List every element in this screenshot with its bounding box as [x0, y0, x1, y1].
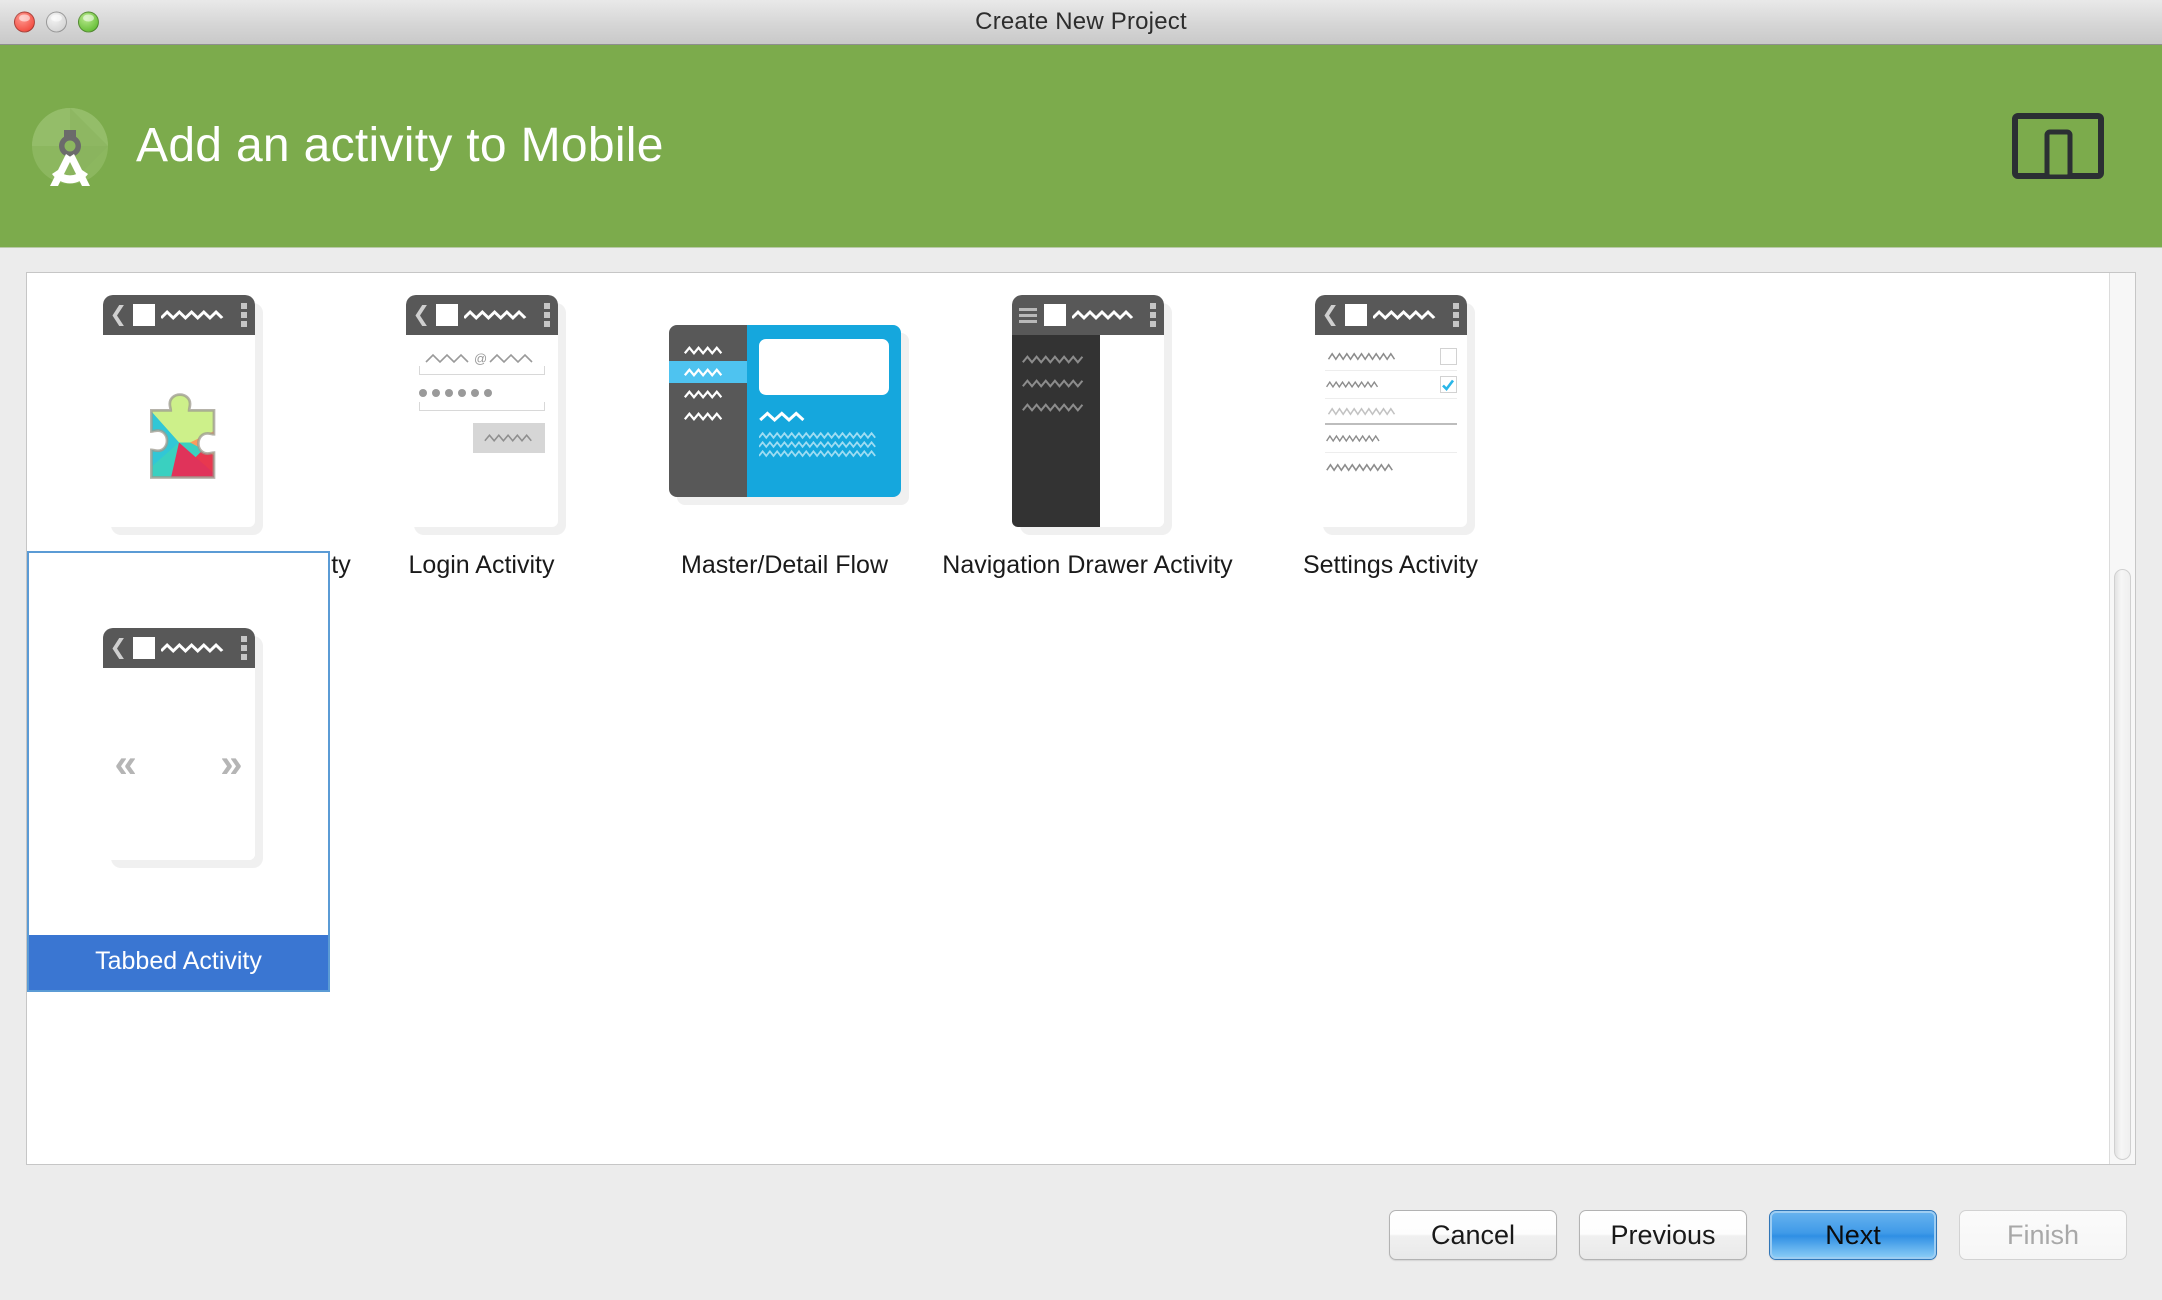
settings-section-header	[1324, 399, 1457, 425]
overflow-menu-icon	[543, 303, 550, 327]
master-list-item	[669, 339, 747, 361]
appbar-icon-placeholder	[1043, 304, 1066, 326]
appbar-title-zigzag	[1373, 309, 1446, 321]
play-services-puzzle-icon	[133, 391, 225, 488]
checkbox-checked-icon	[1439, 376, 1457, 393]
overflow-menu-icon	[1452, 303, 1459, 327]
navigation-drawer-panel	[1011, 335, 1100, 527]
overflow-menu-icon	[240, 636, 247, 660]
thumb-appbar	[1011, 295, 1164, 335]
previous-button[interactable]: Previous	[1579, 1210, 1747, 1260]
template-row-1: ❮ ❮ @ Login Activity Master/Detail Flow …	[27, 275, 2135, 588]
close-window-button[interactable]	[14, 11, 35, 33]
thumb-appbar: ❮	[1314, 295, 1467, 335]
appbar-title-zigzag	[464, 309, 537, 321]
finish-button: Finish	[1959, 1210, 2127, 1260]
android-studio-compass-icon	[28, 104, 112, 188]
drawer-item	[1012, 347, 1100, 371]
thumbnail-settings: ❮	[1239, 275, 1542, 547]
back-chevron-icon: ❮	[412, 302, 431, 326]
wizard-button-bar: Cancel Previous Next Finish	[0, 1188, 2162, 1300]
create-new-project-dialog: Create New Project Add an activity to Mo…	[0, 0, 2162, 1300]
thumbnail-play-services: ❮	[27, 275, 330, 547]
traffic-light-group	[14, 11, 99, 33]
detail-pane	[746, 325, 901, 497]
window-titlebar: Create New Project	[0, 0, 2162, 45]
overflow-menu-icon	[1149, 303, 1156, 327]
thumbnail-master-detail	[633, 275, 936, 547]
tablet-and-phone-icon	[2012, 113, 2104, 180]
activity-template-scrollarea[interactable]: ❮ ❮ @ Login Activity Master/Detail Flow …	[26, 272, 2136, 1165]
hamburger-menu-icon	[1018, 307, 1037, 323]
minimize-window-button[interactable]	[46, 11, 67, 33]
swipe-left-chevron-icon: «	[114, 742, 137, 786]
appbar-title-zigzag	[161, 309, 234, 321]
sign-in-button-placeholder	[472, 423, 545, 453]
template-label-selected: Tabbed Activity	[29, 935, 328, 990]
template-card-tabbed[interactable]: ❮ « » Tabbed Activity	[27, 551, 330, 992]
template-card-login[interactable]: ❮ @ Login Activity	[330, 275, 633, 588]
appbar-icon-placeholder	[1345, 304, 1368, 326]
appbar-title-zigzag	[161, 642, 234, 654]
template-card-google-play-services[interactable]: ❮	[27, 275, 351, 588]
wizard-header-title: Add an activity to Mobile	[136, 119, 664, 172]
cancel-button[interactable]: Cancel	[1389, 1210, 1557, 1260]
settings-row-checkbox-checked	[1324, 371, 1457, 399]
master-list-pane	[668, 325, 747, 497]
svg-text:@: @	[474, 351, 487, 366]
next-button[interactable]: Next	[1769, 1210, 1937, 1260]
settings-row	[1325, 453, 1457, 481]
master-list-item	[669, 405, 747, 427]
master-list-item	[669, 383, 747, 405]
vertical-scrollbar-thumb[interactable]	[2114, 569, 2131, 1160]
appbar-icon-placeholder	[133, 304, 156, 326]
appbar-icon-placeholder	[133, 637, 156, 659]
detail-card	[758, 339, 889, 395]
thumbnail-login: ❮ @	[330, 275, 633, 547]
overflow-menu-icon	[240, 303, 247, 327]
vertical-scrollbar[interactable]	[2109, 273, 2135, 1164]
swipe-right-chevron-icon: »	[220, 742, 243, 786]
email-field-placeholder: @	[418, 349, 545, 375]
drawer-item	[1012, 371, 1100, 395]
template-card-navigation-drawer[interactable]: Navigation Drawer Activity	[936, 275, 1239, 588]
zoom-window-button[interactable]	[78, 11, 99, 33]
drawer-item	[1012, 395, 1100, 419]
thumb-appbar: ❮	[405, 295, 558, 335]
thumb-appbar: ❮	[102, 628, 255, 668]
back-chevron-icon: ❮	[109, 635, 128, 659]
template-card-master-detail[interactable]: Master/Detail Flow	[633, 275, 936, 588]
wizard-body: ❮ ❮ @ Login Activity Master/Detail Flow …	[0, 248, 2162, 1188]
master-list-item-selected	[668, 361, 747, 383]
password-field-placeholder	[418, 385, 545, 411]
thumbnail-tabbed: ❮ « »	[29, 553, 328, 935]
template-row-2: ❮ « » Tabbed Activity	[27, 551, 2135, 992]
checkbox-icon	[1439, 348, 1457, 365]
settings-row-checkbox-unchecked	[1324, 343, 1457, 371]
wizard-header: Add an activity to Mobile	[0, 45, 2162, 248]
back-chevron-icon: ❮	[109, 302, 128, 326]
appbar-title-zigzag	[1071, 309, 1144, 321]
template-card-settings[interactable]: ❮ Settings Activity	[1239, 275, 1542, 588]
appbar-icon-placeholder	[436, 304, 459, 326]
settings-row	[1324, 425, 1457, 453]
back-chevron-icon: ❮	[1321, 302, 1340, 326]
thumbnail-nav-drawer	[936, 275, 1239, 547]
window-title: Create New Project	[975, 8, 1187, 35]
thumb-appbar: ❮	[102, 295, 255, 335]
